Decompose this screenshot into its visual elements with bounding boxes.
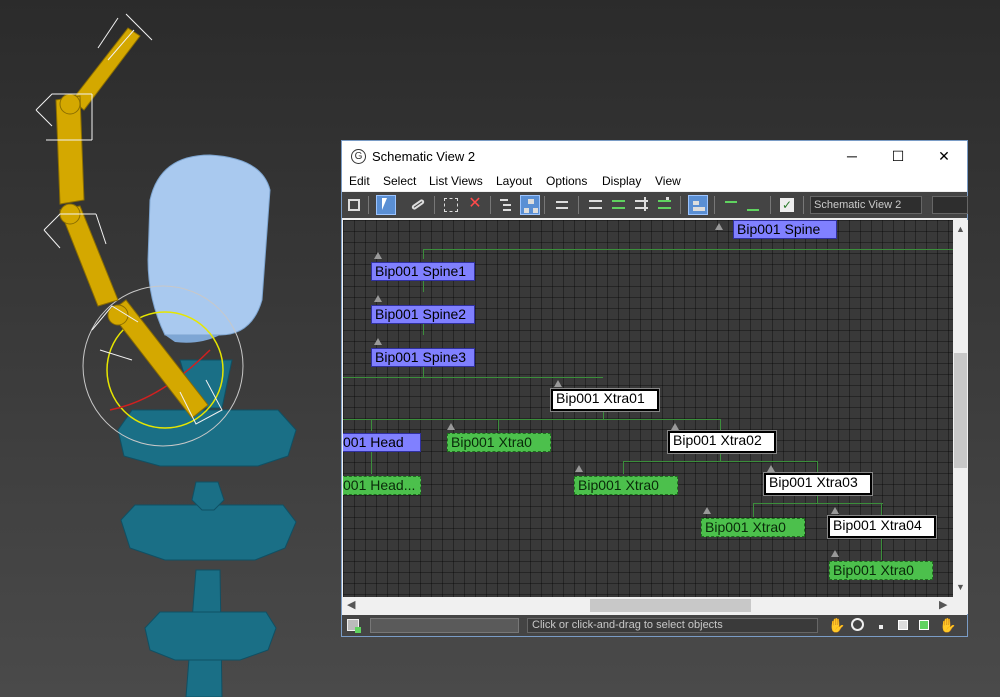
vertical-scrollbar[interactable]: ▲ ▼ (953, 220, 968, 597)
zoom-region-icon[interactable] (898, 620, 908, 630)
scroll-down-icon[interactable]: ▼ (956, 582, 965, 592)
display-floater-button[interactable] (344, 195, 364, 215)
zoom-icon[interactable] (851, 618, 864, 631)
toolbar: ✕ ✓ Schematic View 2 (342, 192, 968, 218)
horizontal-scrollbar[interactable]: ◀ ▶ (343, 597, 968, 614)
schematic-node[interactable]: Bip001 Spine3 (371, 348, 475, 367)
unlink-button[interactable] (441, 195, 461, 215)
window-title: Schematic View 2 (372, 149, 476, 164)
connect-button[interactable] (408, 195, 428, 215)
schematic-node[interactable]: 001 Head (343, 433, 421, 452)
schematic-view-window[interactable]: G Schematic View 2 ─ ☐ ✕ Edit Select Lis… (341, 140, 968, 637)
scroll-up-icon[interactable]: ▲ (956, 224, 965, 234)
free-selected-button[interactable] (744, 195, 764, 215)
toggle-check-icon[interactable]: ✓ (777, 195, 797, 215)
app-icon: G (351, 149, 366, 164)
menu-layout[interactable]: Layout (496, 174, 532, 188)
menu-options[interactable]: Options (546, 174, 587, 188)
collapse-button[interactable] (655, 195, 675, 215)
status-input[interactable] (370, 618, 519, 633)
title-bar[interactable]: G Schematic View 2 ─ ☐ ✕ (342, 141, 967, 171)
schematic-node-selected[interactable]: Bip001 Xtra03 (763, 472, 873, 496)
select-mode-button[interactable] (376, 195, 396, 215)
zoom-selected-icon[interactable] (919, 620, 929, 630)
menu-list-views[interactable]: List Views (429, 174, 483, 188)
schematic-node-selected[interactable]: Bip001 Xtra01 (550, 388, 660, 412)
expand-button[interactable] (632, 195, 652, 215)
vertical-scroll-thumb[interactable] (954, 353, 967, 468)
close-button[interactable]: ✕ (921, 141, 967, 171)
minimize-button[interactable]: ─ (829, 141, 875, 171)
schematic-node[interactable]: Bip001 Xtra0 (574, 476, 678, 495)
schematic-node[interactable]: Bip001 Xtra0 (447, 433, 551, 452)
pan-to-selected-icon[interactable]: ✋ (939, 617, 956, 634)
search-field[interactable] (932, 196, 968, 214)
display-icon[interactable] (347, 619, 361, 633)
menu-view[interactable]: View (655, 174, 681, 188)
scroll-right-icon[interactable]: ▶ (939, 598, 947, 611)
menu-display[interactable]: Display (602, 174, 641, 188)
horizontal-scroll-thumb[interactable] (590, 599, 751, 612)
schematic-node[interactable]: Bip001 Xtra0 (701, 518, 805, 537)
zoom-extents-icon[interactable] (879, 625, 883, 629)
schematic-node[interactable]: Bip001 Spine2 (371, 305, 475, 324)
status-bar: Click or click-and-drag to select object… (342, 615, 967, 636)
view-name-field[interactable]: Schematic View 2 (810, 196, 922, 214)
schematic-node[interactable]: Bip001 Xtra0 (829, 561, 933, 580)
head-mesh (147, 154, 271, 343)
hierarchy-mode-button[interactable] (496, 195, 516, 215)
schematic-node[interactable]: Bip001 Spine (733, 220, 837, 239)
show-children-button[interactable] (609, 195, 629, 215)
hierarchy-view-button[interactable] (586, 195, 606, 215)
scroll-left-icon[interactable]: ◀ (347, 598, 355, 611)
menu-bar: Edit Select List Views Layout Options Di… (342, 171, 967, 191)
schematic-node-selected[interactable]: Bip001 Xtra02 (667, 430, 777, 454)
pan-hand-icon[interactable]: ✋ (828, 617, 845, 634)
schematic-canvas[interactable]: Bip001 Spine Bip001 Spine1 Bip001 Spine2… (343, 220, 953, 597)
arrange-button[interactable] (688, 195, 708, 215)
status-prompt: Click or click-and-drag to select object… (527, 618, 818, 633)
menu-edit[interactable]: Edit (349, 174, 370, 188)
free-all-button[interactable] (722, 195, 742, 215)
schematic-node[interactable]: Bip001 Spine1 (371, 262, 475, 281)
align-button[interactable] (552, 195, 572, 215)
menu-select[interactable]: Select (383, 174, 416, 188)
schematic-node-selected[interactable]: Bip001 Xtra04 (827, 515, 937, 539)
references-mode-button[interactable] (520, 195, 540, 215)
maximize-button[interactable]: ☐ (875, 141, 921, 171)
schematic-node[interactable]: 001 Head... (343, 476, 421, 495)
delete-button[interactable]: ✕ (465, 195, 485, 215)
